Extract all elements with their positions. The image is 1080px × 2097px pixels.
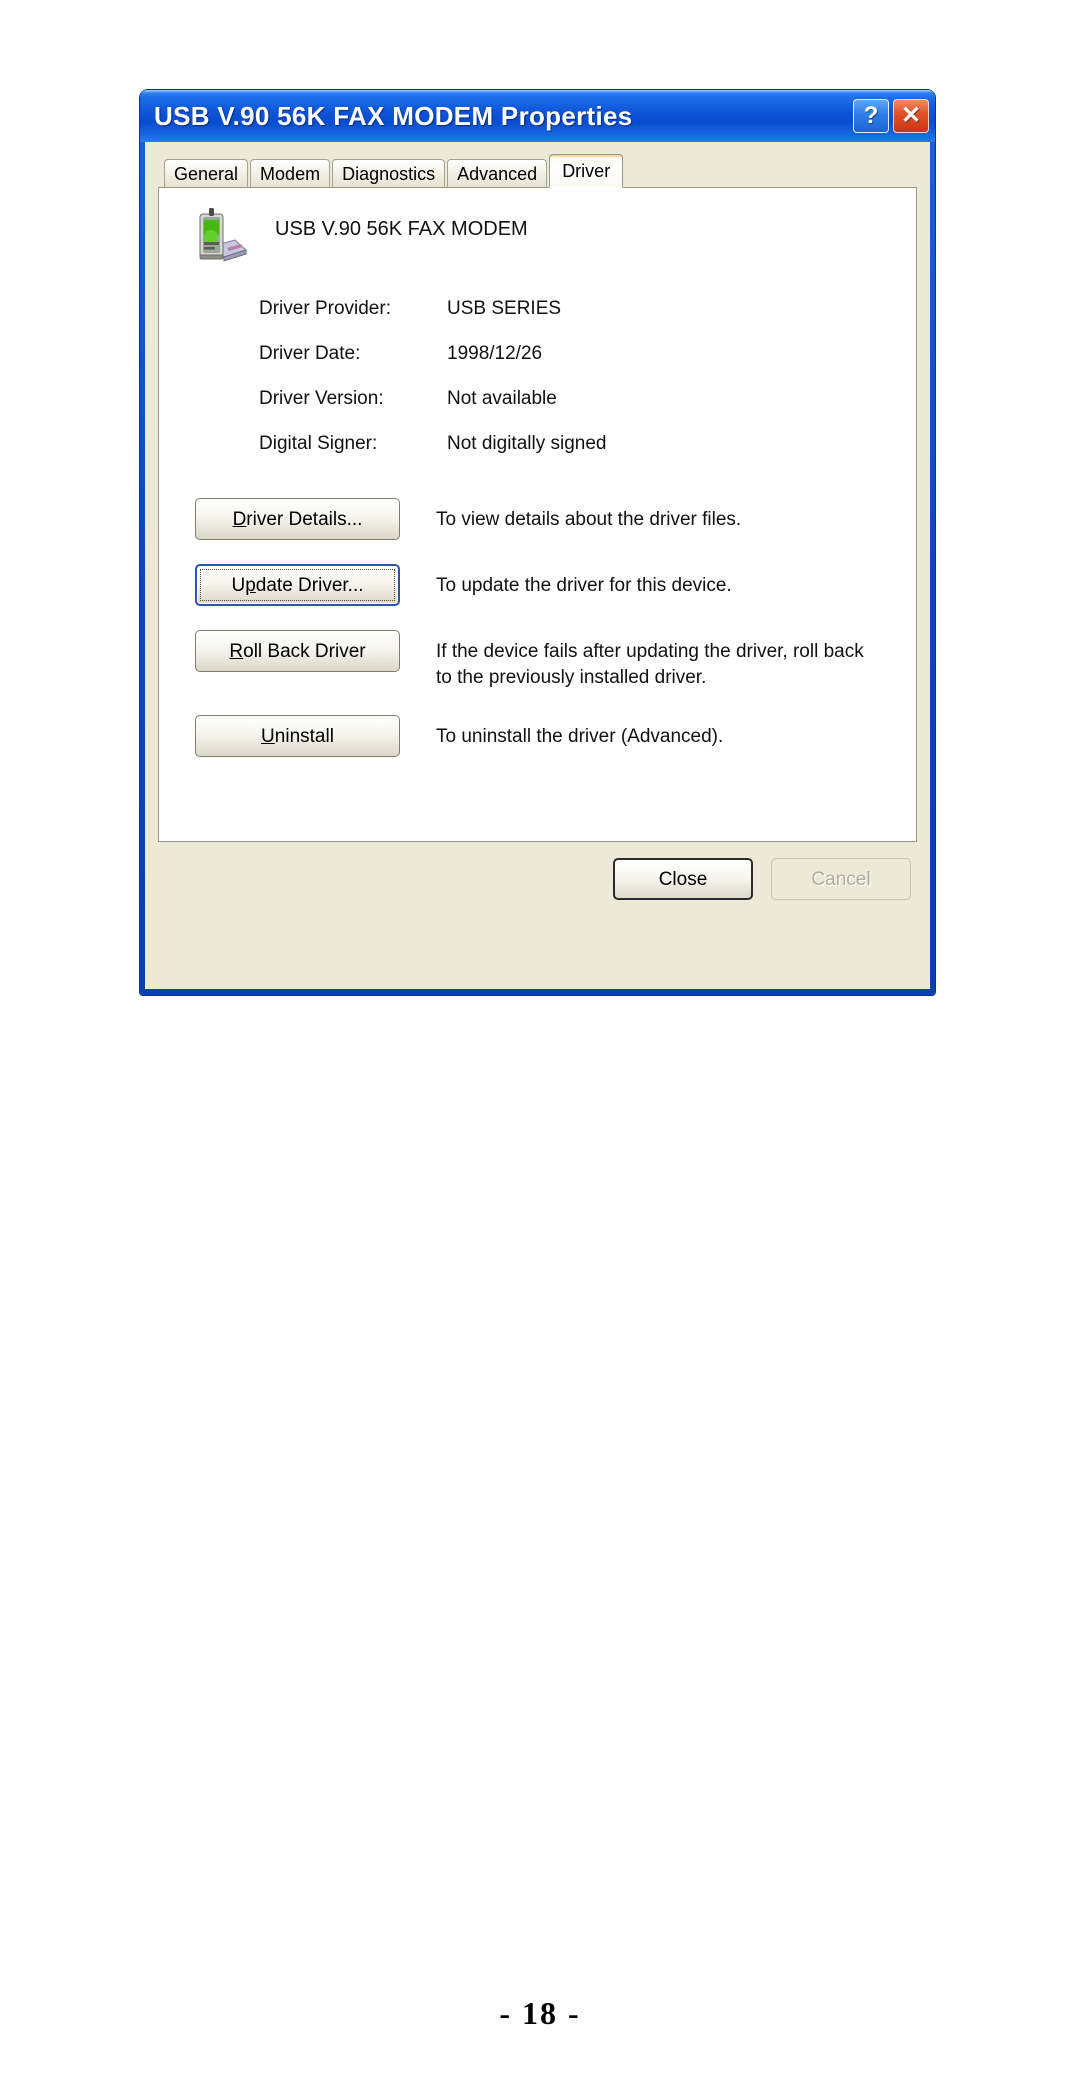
driver-details-button[interactable]: Driver Details... [195, 498, 400, 540]
properties-dialog-window: USB V.90 56K FAX MODEM Properties ? ✕ Ge… [140, 90, 935, 995]
accelerator-char: U [261, 725, 275, 747]
tab-modem[interactable]: Modem [250, 159, 331, 187]
dialog-body: General Modem Diagnostics Advanced Drive… [145, 142, 930, 989]
uninstall-button[interactable]: Uninstall [195, 715, 400, 758]
driver-provider-value: USB SERIES [447, 298, 562, 319]
driver-provider-row: Driver Provider: USB SERIES [259, 298, 894, 343]
uninstall-description: To uninstall the driver (Advanced). [436, 726, 724, 748]
modem-icon [191, 206, 253, 268]
driver-details-button-label: Driver Details... [232, 508, 363, 530]
window-title: USB V.90 56K FAX MODEM Properties [154, 101, 633, 131]
tab-strip: General Modem Diagnostics Advanced Drive… [158, 153, 917, 188]
tab-general-label: General [174, 163, 239, 184]
tab-driver-label: Driver [562, 161, 611, 181]
roll-back-driver-row: Roll Back Driver If the device fails aft… [195, 630, 894, 691]
accelerator-char: D [232, 508, 247, 530]
driver-version-value: Not available [447, 388, 557, 409]
driver-details-row: Driver Details... To view details about … [195, 498, 894, 540]
device-header: USB V.90 56K FAX MODEM [181, 206, 894, 292]
close-button[interactable]: Close [613, 858, 753, 900]
title-bar[interactable]: USB V.90 56K FAX MODEM Properties ? ✕ [140, 90, 935, 142]
cancel-button: Cancel [771, 858, 911, 900]
roll-back-driver-button[interactable]: Roll Back Driver [195, 630, 400, 672]
driver-date-label: Driver Date: [259, 343, 361, 364]
tab-modem-label: Modem [260, 163, 321, 184]
help-icon-button[interactable]: ? [853, 99, 889, 133]
driver-version-label: Driver Version: [259, 388, 384, 409]
dialog-footer: Close Cancel [158, 858, 917, 900]
update-driver-button-label: Update Driver... [231, 574, 364, 596]
update-driver-row: Update Driver... To update the driver fo… [195, 564, 894, 606]
tab-diagnostics-label: Diagnostics [342, 163, 436, 184]
driver-version-row: Driver Version: Not available [259, 388, 894, 433]
driver-date-value: 1998/12/26 [447, 343, 543, 364]
tab-diagnostics[interactable]: Diagnostics [332, 159, 446, 187]
roll-back-driver-button-label: Roll Back Driver [229, 640, 366, 662]
digital-signer-label: Digital Signer: [259, 433, 378, 454]
tab-advanced[interactable]: Advanced [447, 159, 548, 187]
uninstall-row: Uninstall To uninstall the driver (Advan… [195, 715, 894, 758]
device-name: USB V.90 56K FAX MODEM [275, 218, 528, 240]
digital-signer-row: Digital Signer: Not digitally signed [259, 433, 894, 478]
update-driver-button[interactable]: Update Driver... [195, 564, 400, 606]
close-icon-button[interactable]: ✕ [893, 99, 929, 133]
accelerator-char: p [245, 574, 256, 596]
driver-actions: Driver Details... To view details about … [181, 498, 894, 758]
digital-signer-value: Not digitally signed [447, 433, 607, 454]
uninstall-button-label: Uninstall [261, 725, 334, 747]
tab-advanced-label: Advanced [457, 163, 538, 184]
driver-tab-panel: USB V.90 56K FAX MODEM Driver Provider: … [158, 187, 917, 842]
driver-details-description: To view details about the driver files. [436, 509, 742, 530]
page-number: - 18 - [499, 1995, 581, 2031]
driver-info-list: Driver Provider: USB SERIES Driver Date:… [181, 298, 894, 478]
driver-date-row: Driver Date: 1998/12/26 [259, 343, 894, 388]
update-driver-description: To update the driver for this device. [436, 575, 732, 596]
roll-back-driver-description: If the device fails after updating the d… [436, 641, 864, 689]
driver-provider-label: Driver Provider: [259, 298, 391, 319]
tab-driver[interactable]: Driver [549, 154, 624, 188]
accelerator-char: R [229, 640, 244, 662]
tab-general[interactable]: General [164, 159, 249, 187]
